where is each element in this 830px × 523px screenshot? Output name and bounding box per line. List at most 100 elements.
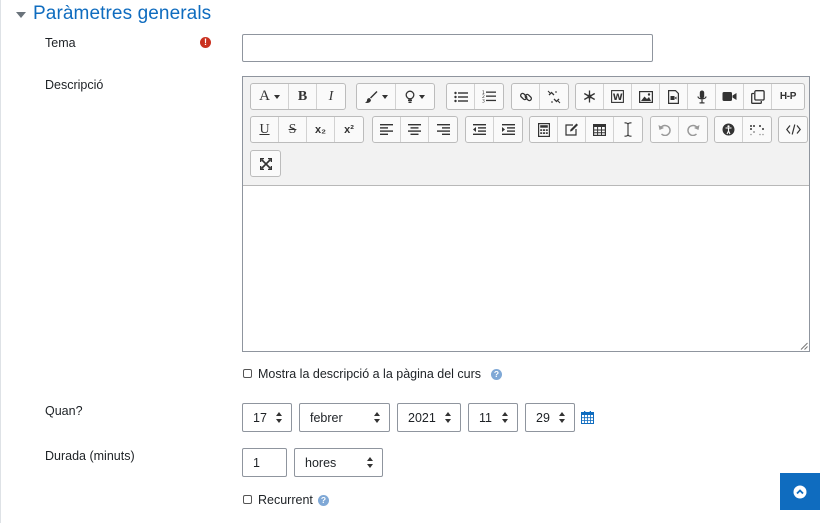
- braille-button[interactable]: [743, 117, 771, 142]
- minute-select[interactable]: 29: [525, 403, 575, 432]
- toolbar-group-style: A B I: [250, 83, 346, 110]
- select-arrows-icon: [374, 412, 381, 424]
- required-icon: !: [200, 37, 211, 48]
- equation-button[interactable]: [530, 117, 558, 142]
- select-arrows-icon: [367, 457, 374, 469]
- month-value: febrer: [310, 410, 343, 425]
- text-cursor-icon: [624, 122, 632, 137]
- fullscreen-button[interactable]: [251, 151, 280, 176]
- font-size-icon: A: [259, 88, 270, 104]
- outdent-button[interactable]: [466, 117, 494, 142]
- svg-text:3: 3: [482, 99, 485, 104]
- description-label: Descripció: [45, 78, 104, 92]
- table-button[interactable]: [586, 117, 614, 142]
- left-border: [0, 0, 1, 523]
- align-left-icon: [380, 124, 393, 135]
- edit-icon: [564, 123, 578, 136]
- recurring-label: Recurrent: [258, 493, 313, 507]
- editor-toolbar: A B I 123 W H-P U S x₂ x²: [243, 77, 809, 186]
- wiris-icon: W: [611, 90, 624, 103]
- select-arrows-icon: [559, 412, 566, 424]
- copy-files-icon: [750, 89, 765, 104]
- show-description-label: Mostra la descripció a la pàgina del cur…: [258, 367, 482, 381]
- recurring-checkbox[interactable]: [243, 495, 252, 504]
- when-label: Quan?: [45, 404, 83, 418]
- resize-handle-icon[interactable]: [800, 342, 808, 350]
- record-video-button[interactable]: [716, 84, 744, 109]
- wiris-button[interactable]: W: [604, 84, 632, 109]
- strikethrough-button[interactable]: S: [279, 117, 307, 142]
- indent-icon: [501, 124, 515, 135]
- align-left-button[interactable]: [373, 117, 401, 142]
- svg-text:W: W: [613, 93, 623, 103]
- subscript-button[interactable]: x₂: [307, 117, 335, 142]
- media-button[interactable]: [660, 84, 688, 109]
- expand-icon: [259, 157, 272, 170]
- back-to-top-button[interactable]: [780, 473, 820, 510]
- lightbulb-icon: [405, 90, 415, 103]
- section-title[interactable]: Paràmetres generals: [33, 3, 211, 25]
- lightbulb-button[interactable]: [396, 84, 434, 109]
- calendar-icon[interactable]: [581, 411, 594, 424]
- numbered-list-button[interactable]: 123: [475, 84, 503, 109]
- snowflake-button[interactable]: [576, 84, 604, 109]
- braille-icon: [750, 124, 764, 135]
- help-icon[interactable]: ?: [318, 495, 329, 506]
- superscript-button[interactable]: x²: [335, 117, 363, 142]
- year-select[interactable]: 2021: [397, 403, 461, 432]
- topic-input[interactable]: [242, 34, 653, 62]
- paint-brush-icon: [365, 90, 378, 103]
- redo-button[interactable]: [679, 117, 707, 142]
- align-center-icon: [408, 124, 421, 135]
- collapse-caret-icon[interactable]: [16, 12, 26, 18]
- undo-button[interactable]: [651, 117, 679, 142]
- unlink-button[interactable]: [540, 84, 568, 109]
- day-select[interactable]: 17: [242, 403, 292, 432]
- video-camera-icon: [722, 92, 737, 101]
- bold-button[interactable]: B: [289, 84, 317, 109]
- help-icon[interactable]: ?: [491, 369, 502, 380]
- toolbar-group-align: [372, 116, 458, 143]
- duration-input[interactable]: [242, 448, 287, 477]
- day-value: 17: [253, 410, 267, 425]
- show-description-checkbox[interactable]: [243, 369, 252, 378]
- image-button[interactable]: [632, 84, 660, 109]
- align-center-button[interactable]: [401, 117, 429, 142]
- calculator-icon: [537, 122, 550, 137]
- paint-brush-button[interactable]: [357, 84, 396, 109]
- accessibility-button[interactable]: [715, 117, 743, 142]
- record-audio-button[interactable]: [688, 84, 716, 109]
- toolbar-group-text: U S x₂ x²: [250, 116, 364, 143]
- text-cursor-button[interactable]: [614, 117, 642, 142]
- link-button[interactable]: [512, 84, 540, 109]
- outdent-icon: [473, 124, 486, 135]
- toolbar-group-html: [778, 116, 808, 143]
- toolbar-group-color: [356, 83, 435, 110]
- undo-icon: [658, 124, 671, 136]
- manage-files-button[interactable]: [744, 84, 772, 109]
- html-button[interactable]: [779, 117, 807, 142]
- toolbar-group-indent: [465, 116, 523, 143]
- image-icon: [638, 90, 653, 103]
- hour-select[interactable]: 11: [468, 403, 518, 432]
- description-textarea[interactable]: [243, 187, 809, 351]
- month-select[interactable]: febrer: [299, 403, 390, 432]
- select-arrows-icon: [502, 412, 509, 424]
- italic-button[interactable]: I: [317, 84, 345, 109]
- link-icon: [519, 92, 532, 101]
- h5p-button[interactable]: H-P: [772, 84, 804, 109]
- section-header[interactable]: Paràmetres generals: [16, 3, 211, 25]
- numbered-list-icon: 123: [482, 90, 496, 103]
- toolbar-group-accessibility: [714, 116, 772, 143]
- edit-button[interactable]: [558, 117, 586, 142]
- arrow-up-circle-icon: [793, 485, 807, 498]
- duration-unit-select[interactable]: hores: [294, 448, 383, 477]
- underline-button[interactable]: U: [251, 117, 279, 142]
- align-right-button[interactable]: [429, 117, 457, 142]
- select-arrows-icon: [276, 412, 283, 424]
- font-size-button[interactable]: A: [251, 84, 289, 109]
- bullet-list-button[interactable]: [447, 84, 475, 109]
- snowflake-icon: [583, 90, 596, 103]
- toolbar-group-insert: [529, 116, 643, 143]
- indent-button[interactable]: [494, 117, 522, 142]
